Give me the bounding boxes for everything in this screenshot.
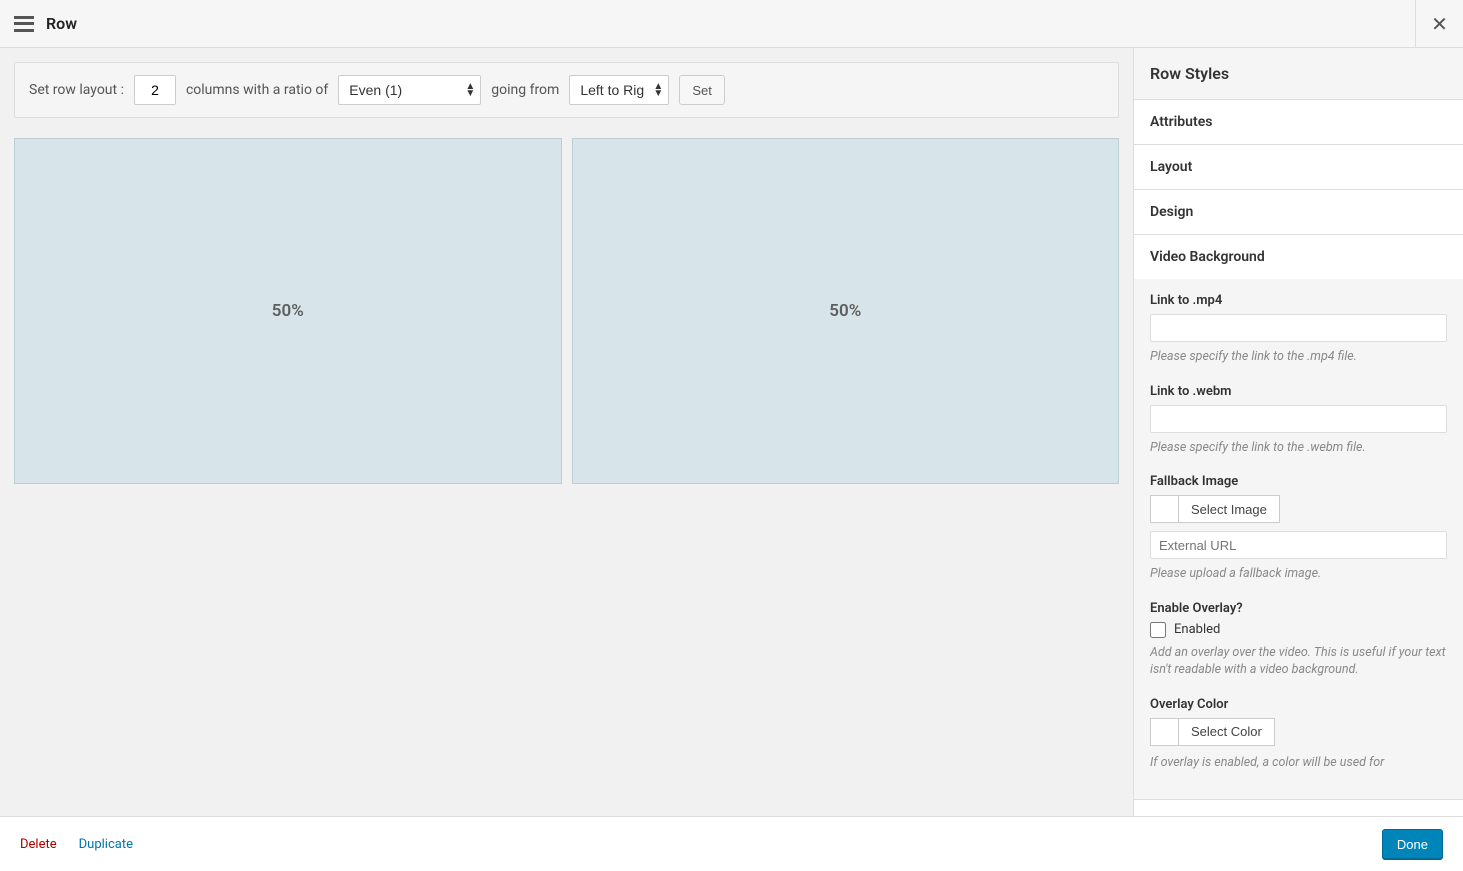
overlay-color-desc: If overlay is enabled, a color will be u…	[1150, 754, 1447, 772]
overlay-checkbox-row: Enabled	[1150, 622, 1447, 638]
overlay-desc: Add an overlay over the video. This is u…	[1150, 644, 1447, 679]
overlay-checkbox-label: Enabled	[1174, 622, 1220, 637]
ratio-select-wrapper: Even (1) ▲▼	[338, 75, 481, 105]
select-color-button[interactable]: Select Color	[1178, 718, 1275, 746]
overlay-color-field-group: Overlay Color Select Color If overlay is…	[1150, 697, 1447, 772]
delete-link[interactable]: Delete	[20, 837, 57, 852]
footer: Delete Duplicate Done	[0, 816, 1463, 871]
accordion-layout: Layout	[1134, 145, 1463, 190]
set-button[interactable]: Set	[679, 75, 725, 105]
row-layout-bar: Set row layout : columns with a ratio of…	[14, 62, 1119, 118]
overlay-color-label: Overlay Color	[1150, 697, 1447, 712]
going-from-label: going from	[491, 82, 559, 98]
column-width-label: 50%	[829, 301, 861, 321]
webm-input[interactable]	[1150, 405, 1447, 433]
fallback-field-group: Fallback Image Select Image Please uploa…	[1150, 474, 1447, 583]
columns-count-input[interactable]	[134, 75, 176, 105]
columns-preview: 50% 50%	[14, 138, 1119, 484]
fallback-desc: Please upload a fallback image.	[1150, 565, 1447, 583]
set-row-layout-label: Set row layout :	[29, 82, 124, 98]
mp4-input[interactable]	[1150, 314, 1447, 342]
mp4-label: Link to .mp4	[1150, 293, 1447, 308]
select-image-button[interactable]: Select Image	[1178, 495, 1280, 523]
external-url-input[interactable]	[1150, 531, 1447, 559]
main-container: Set row layout : columns with a ratio of…	[0, 48, 1463, 816]
overlay-checkbox[interactable]	[1150, 622, 1166, 638]
select-image-group: Select Image	[1150, 495, 1447, 523]
layout-header[interactable]: Layout	[1134, 145, 1463, 189]
accordion-attributes: Attributes	[1134, 100, 1463, 145]
overlay-label: Enable Overlay?	[1150, 601, 1447, 616]
close-button[interactable]: ✕	[1415, 0, 1463, 48]
direction-select[interactable]: Left to Right	[569, 75, 669, 105]
header-bar: Row ✕	[0, 0, 1463, 48]
fallback-label: Fallback Image	[1150, 474, 1447, 489]
webm-field-group: Link to .webm Please specify the link to…	[1150, 384, 1447, 457]
color-swatch	[1150, 718, 1178, 746]
done-button[interactable]: Done	[1382, 829, 1443, 859]
mp4-field-group: Link to .mp4 Please specify the link to …	[1150, 293, 1447, 366]
video-bg-header[interactable]: Video Background	[1134, 235, 1463, 279]
attributes-header[interactable]: Attributes	[1134, 100, 1463, 144]
column-preview-2[interactable]: 50%	[572, 138, 1120, 484]
footer-left: Delete Duplicate	[20, 837, 133, 852]
left-panel: Set row layout : columns with a ratio of…	[0, 48, 1133, 816]
webm-label: Link to .webm	[1150, 384, 1447, 399]
close-icon: ✕	[1431, 12, 1448, 36]
column-width-label: 50%	[272, 301, 304, 321]
direction-select-wrapper: Left to Right ▲▼	[569, 75, 669, 105]
select-color-group: Select Color	[1150, 718, 1447, 746]
mp4-desc: Please specify the link to the .mp4 file…	[1150, 348, 1447, 366]
hamburger-icon[interactable]	[14, 16, 34, 32]
video-bg-content: Link to .mp4 Please specify the link to …	[1134, 279, 1463, 799]
design-header[interactable]: Design	[1134, 190, 1463, 234]
overlay-field-group: Enable Overlay? Enabled Add an overlay o…	[1150, 601, 1447, 679]
sidebar-title: Row Styles	[1134, 48, 1463, 100]
header-left: Row	[14, 14, 77, 33]
column-preview-1[interactable]: 50%	[14, 138, 562, 484]
accordion-design: Design	[1134, 190, 1463, 235]
duplicate-link[interactable]: Duplicate	[79, 837, 133, 852]
sidebar: Row Styles Attributes Layout Design Vide…	[1133, 48, 1463, 816]
ratio-select[interactable]: Even (1)	[338, 75, 481, 105]
webm-desc: Please specify the link to the .webm fil…	[1150, 439, 1447, 457]
image-swatch	[1150, 495, 1178, 523]
accordion-video-bg: Video Background Link to .mp4 Please spe…	[1134, 235, 1463, 800]
header-title: Row	[46, 14, 77, 33]
ratio-label: columns with a ratio of	[186, 82, 328, 98]
